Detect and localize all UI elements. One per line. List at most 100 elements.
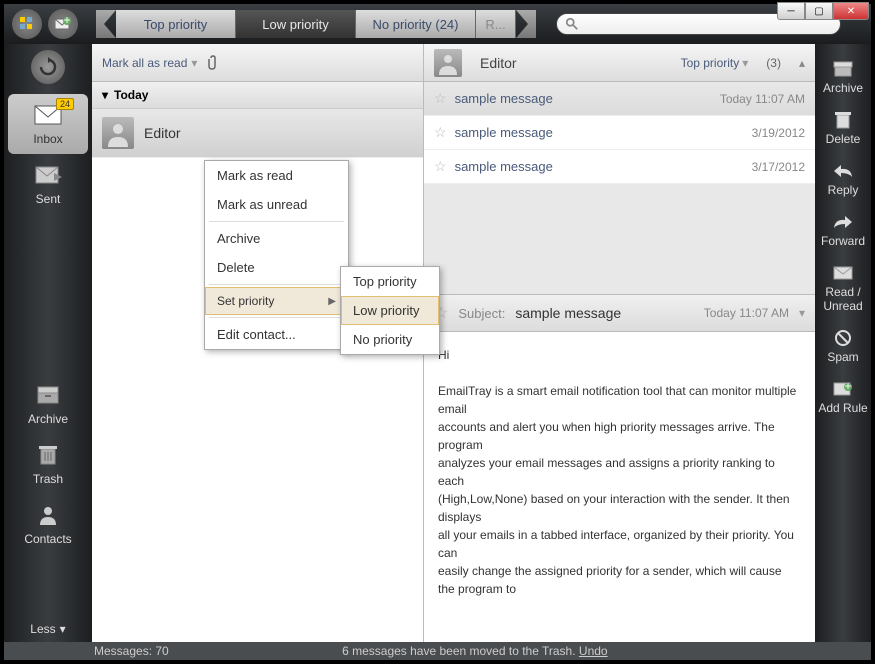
trash-icon — [835, 111, 851, 129]
expand-button[interactable]: ▾ — [799, 306, 805, 320]
chevron-down-icon: ▾ — [102, 88, 108, 102]
chevron-down-icon: ▾ — [191, 56, 197, 70]
avatar — [102, 117, 134, 149]
undo-link[interactable]: Undo — [579, 644, 608, 658]
action-reply[interactable]: Reply — [815, 154, 871, 205]
action-add-rule[interactable]: + Add Rule — [815, 372, 871, 423]
person-icon — [104, 119, 132, 147]
separator — [209, 221, 344, 222]
nav-trash-label: Trash — [33, 472, 63, 486]
refresh-button[interactable] — [31, 50, 65, 84]
ctx-edit-contact[interactable]: Edit contact... — [205, 320, 348, 349]
sender-name: Editor — [480, 55, 673, 71]
spam-icon — [834, 329, 852, 347]
status-message-count: Messages: 70 — [94, 644, 169, 658]
nav-less-toggle[interactable]: Less ▾ — [22, 614, 73, 644]
nav-trash[interactable]: Trash — [4, 434, 92, 494]
message-row[interactable]: Editor — [92, 109, 423, 158]
top-bar: + Top priority Low priority No priority … — [4, 4, 871, 44]
tab-top-priority[interactable]: Top priority — [116, 10, 236, 38]
subject-bar: ☆ Subject: sample message Today 11:07 AM… — [424, 294, 815, 332]
minimize-button[interactable]: ─ — [777, 2, 805, 20]
status-undo-message: 6 messages have been moved to the Trash. — [342, 644, 575, 658]
person-icon — [436, 51, 460, 75]
action-archive[interactable]: Archive — [815, 52, 871, 103]
compose-icon: + — [55, 17, 71, 31]
message-entry[interactable]: ☆ sample message Today 11:07 AM — [424, 82, 815, 116]
context-submenu: Top priority Low priority No priority — [340, 266, 440, 355]
preview-column: Editor Top priority ▾ (3) ▴ ☆ sample mes… — [424, 44, 815, 644]
contacts-icon — [38, 505, 58, 525]
separator — [209, 284, 344, 285]
paperclip-icon — [207, 55, 219, 71]
star-icon[interactable]: ☆ — [434, 90, 447, 107]
star-icon[interactable]: ☆ — [434, 158, 447, 175]
avatar — [434, 49, 462, 77]
window-controls: ─ ▢ ✕ — [777, 2, 869, 20]
message-count: (3) — [766, 56, 781, 70]
tab-low-priority[interactable]: Low priority — [236, 10, 356, 38]
group-header-today[interactable]: ▾ Today — [92, 82, 423, 109]
chevron-down-icon: ▾ — [742, 56, 748, 70]
center-column: Mark all as read ▾ ▾ Today Editor — [92, 44, 815, 644]
priority-tabs: Top priority Low priority No priority (2… — [116, 10, 516, 38]
ctx-mark-unread[interactable]: Mark as unread — [205, 190, 348, 219]
entry-subject: sample message — [455, 125, 744, 140]
ctx-set-priority[interactable]: Set priority ▶ — [205, 287, 348, 315]
entry-date: 3/19/2012 — [752, 126, 805, 140]
star-icon[interactable]: ☆ — [434, 124, 447, 141]
archive-icon — [833, 61, 853, 77]
rule-icon: + — [833, 381, 853, 397]
ctx-delete[interactable]: Delete — [205, 253, 348, 282]
inbox-badge: 24 — [56, 98, 74, 110]
action-delete[interactable]: Delete — [815, 103, 871, 154]
action-spam[interactable]: Spam — [815, 321, 871, 372]
priority-dropdown[interactable]: Top priority ▾ — [681, 56, 749, 70]
action-forward[interactable]: Forward — [815, 205, 871, 256]
left-sidebar: 24 Inbox Sent Archive Trash Contacts Les… — [4, 44, 92, 644]
entry-date: Today 11:07 AM — [720, 92, 805, 106]
close-button[interactable]: ✕ — [833, 2, 869, 20]
sender-header: Editor Top priority ▾ (3) ▴ — [424, 44, 815, 82]
ctx-sub-low[interactable]: Low priority — [341, 296, 439, 325]
sent-icon — [34, 165, 62, 185]
tab-scroll-left[interactable] — [96, 10, 116, 38]
grid-icon — [19, 16, 35, 32]
right-sidebar: Archive Delete Reply Forward Read / Unre… — [815, 44, 871, 644]
home-button[interactable] — [12, 9, 42, 39]
svg-text:+: + — [63, 17, 70, 27]
tab-scroll-right[interactable] — [516, 10, 536, 38]
mark-all-read-button[interactable]: Mark all as read ▾ — [102, 56, 197, 70]
compose-button[interactable]: + — [48, 9, 78, 39]
collapse-button[interactable]: ▴ — [799, 56, 805, 70]
subject-label: Subject: — [458, 306, 505, 321]
ctx-sub-top[interactable]: Top priority — [341, 267, 439, 296]
envelope-icon — [833, 266, 853, 280]
archive-icon — [36, 385, 60, 405]
message-entry[interactable]: ☆ sample message 3/17/2012 — [424, 150, 815, 184]
action-read-unread[interactable]: Read / Unread — [815, 256, 871, 321]
nav-contacts[interactable]: Contacts — [4, 494, 92, 554]
tab-overflow[interactable]: R... — [476, 10, 516, 38]
nav-inbox-label: Inbox — [33, 132, 62, 146]
subject-text: sample message — [515, 305, 693, 321]
ctx-sub-none[interactable]: No priority — [341, 325, 439, 354]
attachment-filter-button[interactable] — [207, 55, 219, 71]
message-body: Hi EmailTray is a smart email notificati… — [424, 332, 815, 644]
status-bar: Messages: 70 6 messages have been moved … — [4, 642, 871, 660]
message-entry[interactable]: ☆ sample message 3/19/2012 — [424, 116, 815, 150]
submenu-arrow-icon: ▶ — [328, 296, 336, 307]
context-menu: Mark as read Mark as unread Archive Dele… — [204, 160, 349, 350]
ctx-mark-read[interactable]: Mark as read — [205, 161, 348, 190]
separator — [209, 317, 344, 318]
nav-inbox[interactable]: 24 Inbox — [8, 94, 88, 154]
nav-archive-label: Archive — [28, 412, 68, 426]
tab-no-priority[interactable]: No priority (24) — [356, 10, 476, 38]
subject-date: Today 11:07 AM — [704, 306, 789, 320]
nav-archive[interactable]: Archive — [4, 374, 92, 434]
nav-sent[interactable]: Sent — [4, 154, 92, 214]
ctx-archive[interactable]: Archive — [205, 224, 348, 253]
list-toolbar: Mark all as read ▾ — [92, 44, 423, 82]
entry-date: 3/17/2012 — [752, 160, 805, 174]
maximize-button[interactable]: ▢ — [805, 2, 833, 20]
